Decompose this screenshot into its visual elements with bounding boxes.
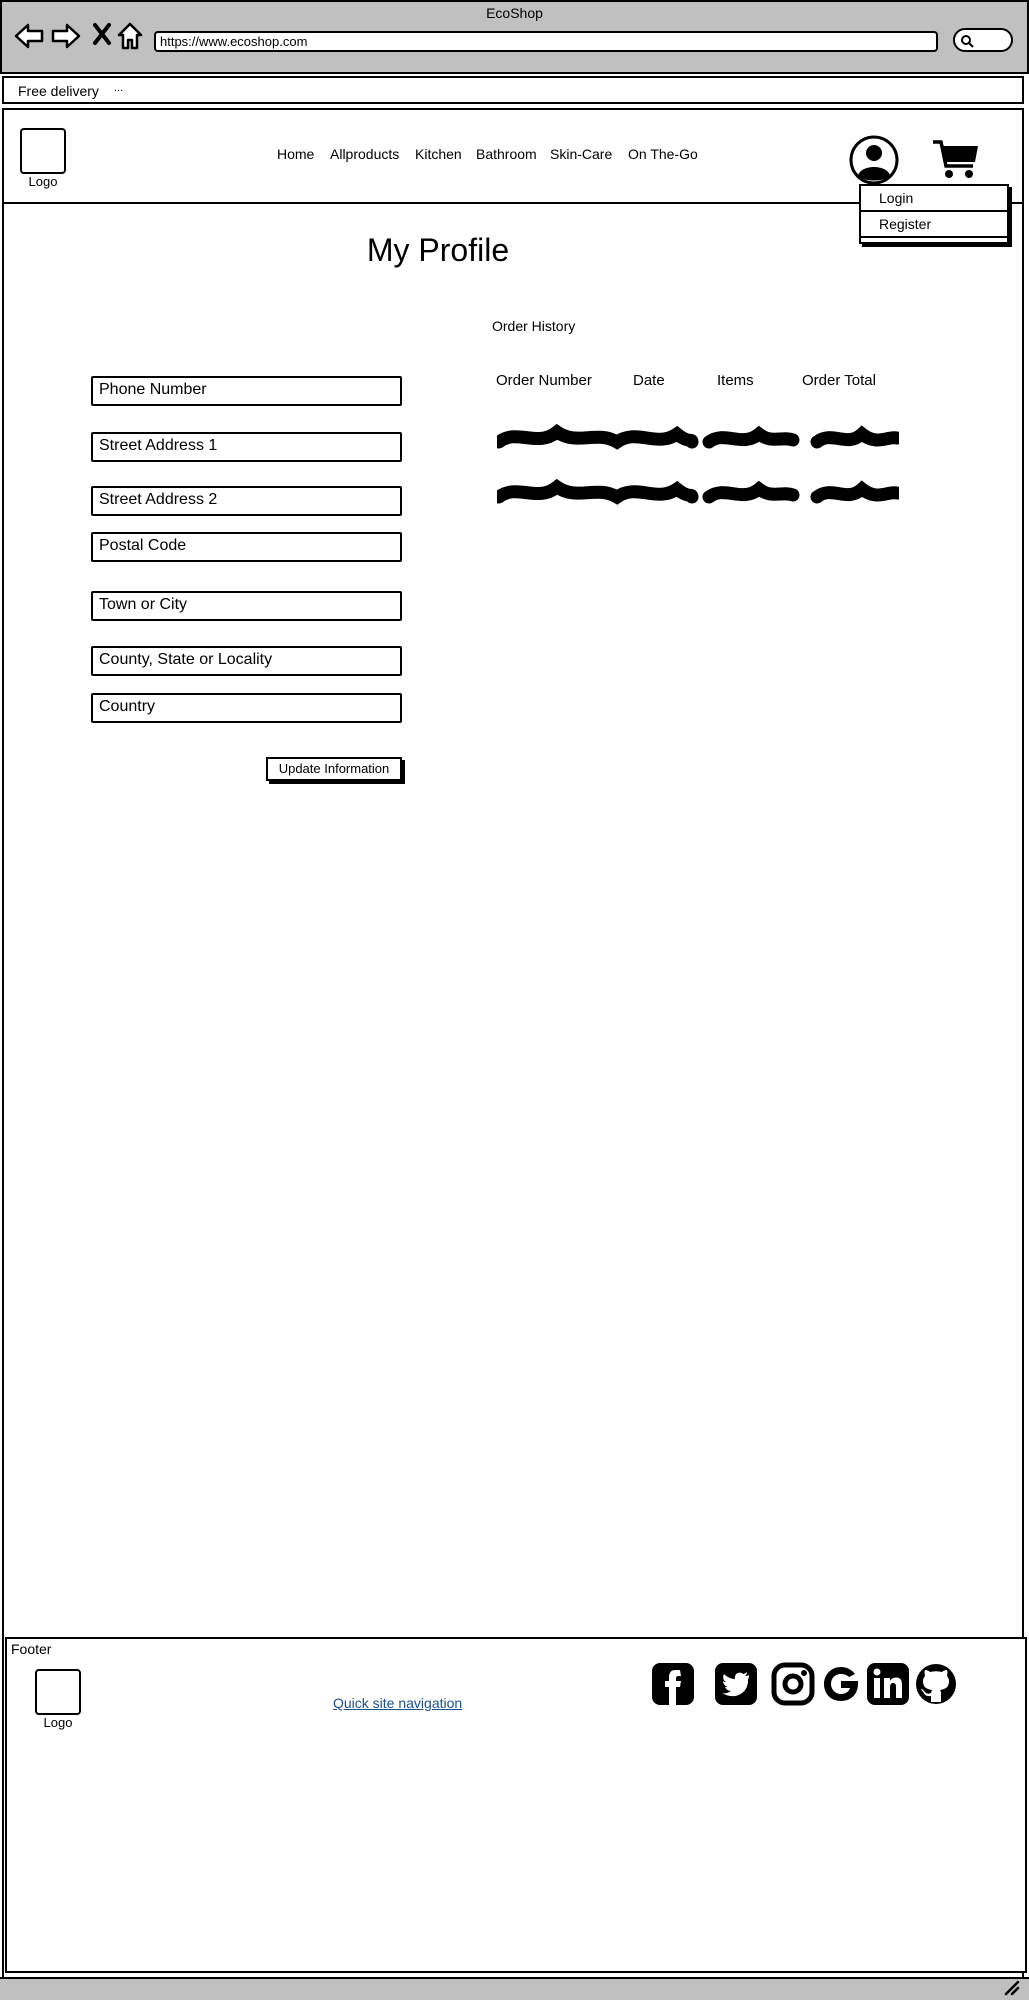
town-city-field[interactable]: Town or City <box>91 591 402 621</box>
county-state-field[interactable]: County, State or Locality <box>91 646 402 676</box>
logo-label: Logo <box>28 174 58 189</box>
redacted-order-number <box>492 423 699 450</box>
instagram-icon[interactable] <box>771 1662 815 1706</box>
street-address-1-field[interactable]: Street Address 1 <box>91 432 402 462</box>
browser-search-button[interactable] <box>953 28 1013 52</box>
table-row[interactable] <box>492 422 904 459</box>
stop-icon[interactable] <box>90 22 114 52</box>
back-icon[interactable] <box>13 22 45 52</box>
search-icon <box>961 35 974 48</box>
column-date: Date <box>633 372 665 389</box>
nav-kitchen[interactable]: Kitchen <box>415 146 462 162</box>
footer-label: Footer <box>11 1641 52 1657</box>
order-history-label: Order History <box>492 318 576 334</box>
nav-on-the-go[interactable]: On The-Go <box>628 146 698 162</box>
column-order-total: Order Total <box>802 372 876 389</box>
redacted-order-number <box>492 478 699 505</box>
url-bar[interactable]: https://www.ecoshop.com <box>154 31 938 52</box>
banner-text: Free delivery <box>18 83 99 99</box>
account-dropdown: Login Register <box>859 184 1009 244</box>
menu-login[interactable]: Login <box>861 190 1007 212</box>
home-icon[interactable] <box>116 22 144 52</box>
nav-home[interactable]: Home <box>277 146 314 162</box>
google-icon[interactable] <box>819 1662 863 1706</box>
browser-status-bar <box>0 1977 1029 2000</box>
redacted-items <box>702 425 800 449</box>
nav-bathroom[interactable]: Bathroom <box>476 146 537 162</box>
linkedin-icon[interactable] <box>866 1662 910 1706</box>
cart-icon[interactable] <box>931 138 981 187</box>
banner-more: ... <box>114 82 124 94</box>
redacted-order-total <box>810 425 904 449</box>
column-order-number: Order Number <box>496 372 592 389</box>
country-field[interactable]: Country <box>91 693 402 723</box>
forward-icon[interactable] <box>50 22 82 52</box>
github-icon[interactable] <box>914 1662 958 1706</box>
footer-logo[interactable] <box>35 1669 81 1715</box>
menu-register[interactable]: Register <box>861 216 1007 238</box>
quick-site-navigation-link[interactable]: Quick site navigation <box>333 1695 462 1711</box>
window-title: EcoShop <box>486 5 543 21</box>
nav-allproducts[interactable]: Allproducts <box>330 146 399 162</box>
resize-grip-icon[interactable] <box>1002 1980 1020 1999</box>
page-title: My Profile <box>366 232 510 268</box>
phone-number-field[interactable]: Phone Number <box>91 376 402 406</box>
facebook-icon[interactable] <box>651 1662 695 1706</box>
logo[interactable] <box>20 128 66 174</box>
column-items: Items <box>717 372 754 389</box>
street-address-2-field[interactable]: Street Address 2 <box>91 486 402 516</box>
user-account-icon[interactable] <box>848 134 900 191</box>
redacted-order-total <box>810 480 904 504</box>
footer-logo-label: Logo <box>43 1715 73 1730</box>
update-information-button[interactable]: Update Information <box>266 757 402 781</box>
delivery-banner: Free delivery ... <box>2 76 1024 104</box>
nav-skin-care[interactable]: Skin-Care <box>550 146 612 162</box>
postal-code-field[interactable]: Postal Code <box>91 532 402 562</box>
table-row[interactable] <box>492 477 904 514</box>
redacted-items <box>702 480 800 504</box>
twitter-icon[interactable] <box>714 1662 758 1706</box>
